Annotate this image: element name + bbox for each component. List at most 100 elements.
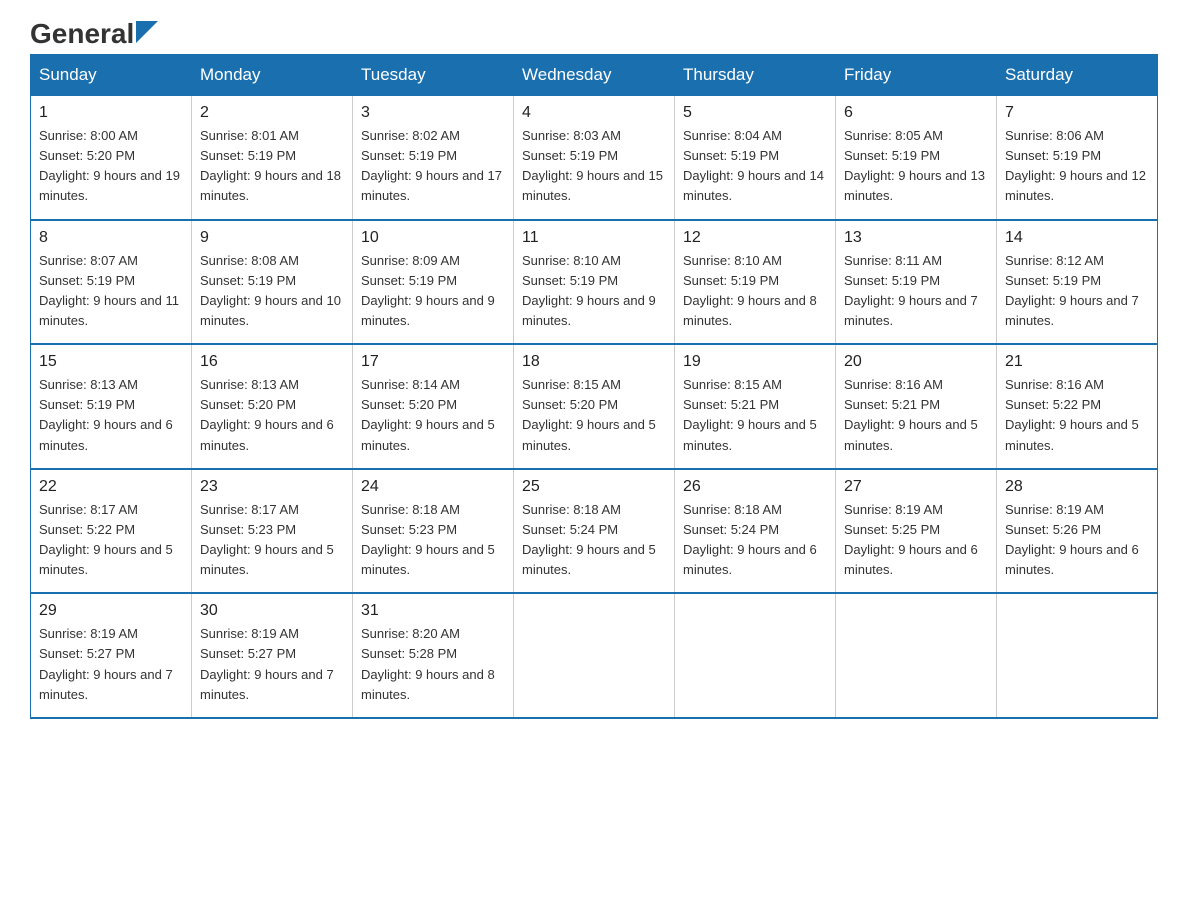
- day-number: 9: [200, 229, 344, 247]
- day-info: Sunrise: 8:15 AMSunset: 5:21 PMDaylight:…: [683, 375, 827, 456]
- day-number: 30: [200, 602, 344, 620]
- day-number: 4: [522, 104, 666, 122]
- day-info: Sunrise: 8:12 AMSunset: 5:19 PMDaylight:…: [1005, 251, 1149, 332]
- calendar-cell: 29 Sunrise: 8:19 AMSunset: 5:27 PMDaylig…: [31, 593, 192, 718]
- day-number: 21: [1005, 353, 1149, 371]
- day-number: 19: [683, 353, 827, 371]
- day-info: Sunrise: 8:16 AMSunset: 5:22 PMDaylight:…: [1005, 375, 1149, 456]
- calendar-cell: 13 Sunrise: 8:11 AMSunset: 5:19 PMDaylig…: [836, 220, 997, 345]
- calendar-cell: 3 Sunrise: 8:02 AMSunset: 5:19 PMDayligh…: [353, 96, 514, 220]
- page-header: General: [30, 20, 1158, 44]
- day-info: Sunrise: 8:14 AMSunset: 5:20 PMDaylight:…: [361, 375, 505, 456]
- day-info: Sunrise: 8:17 AMSunset: 5:22 PMDaylight:…: [39, 500, 183, 581]
- calendar-cell: [836, 593, 997, 718]
- day-info: Sunrise: 8:19 AMSunset: 5:25 PMDaylight:…: [844, 500, 988, 581]
- calendar-cell: 7 Sunrise: 8:06 AMSunset: 5:19 PMDayligh…: [997, 96, 1158, 220]
- calendar-cell: 22 Sunrise: 8:17 AMSunset: 5:22 PMDaylig…: [31, 469, 192, 594]
- day-number: 1: [39, 104, 183, 122]
- day-info: Sunrise: 8:15 AMSunset: 5:20 PMDaylight:…: [522, 375, 666, 456]
- day-number: 5: [683, 104, 827, 122]
- calendar-cell: 12 Sunrise: 8:10 AMSunset: 5:19 PMDaylig…: [675, 220, 836, 345]
- day-info: Sunrise: 8:06 AMSunset: 5:19 PMDaylight:…: [1005, 126, 1149, 207]
- weekday-header-monday: Monday: [192, 55, 353, 96]
- day-number: 8: [39, 229, 183, 247]
- day-info: Sunrise: 8:07 AMSunset: 5:19 PMDaylight:…: [39, 251, 183, 332]
- calendar-cell: 15 Sunrise: 8:13 AMSunset: 5:19 PMDaylig…: [31, 344, 192, 469]
- day-number: 26: [683, 478, 827, 496]
- calendar-cell: 24 Sunrise: 8:18 AMSunset: 5:23 PMDaylig…: [353, 469, 514, 594]
- day-number: 24: [361, 478, 505, 496]
- day-number: 20: [844, 353, 988, 371]
- calendar-table: SundayMondayTuesdayWednesdayThursdayFrid…: [30, 54, 1158, 719]
- day-number: 15: [39, 353, 183, 371]
- day-number: 2: [200, 104, 344, 122]
- logo-arrow-icon: [136, 21, 158, 43]
- day-info: Sunrise: 8:16 AMSunset: 5:21 PMDaylight:…: [844, 375, 988, 456]
- day-number: 17: [361, 353, 505, 371]
- day-number: 23: [200, 478, 344, 496]
- day-info: Sunrise: 8:18 AMSunset: 5:23 PMDaylight:…: [361, 500, 505, 581]
- calendar-cell: 9 Sunrise: 8:08 AMSunset: 5:19 PMDayligh…: [192, 220, 353, 345]
- day-info: Sunrise: 8:01 AMSunset: 5:19 PMDaylight:…: [200, 126, 344, 207]
- calendar-cell: 30 Sunrise: 8:19 AMSunset: 5:27 PMDaylig…: [192, 593, 353, 718]
- calendar-cell: 26 Sunrise: 8:18 AMSunset: 5:24 PMDaylig…: [675, 469, 836, 594]
- day-number: 12: [683, 229, 827, 247]
- day-number: 18: [522, 353, 666, 371]
- day-number: 28: [1005, 478, 1149, 496]
- day-info: Sunrise: 8:03 AMSunset: 5:19 PMDaylight:…: [522, 126, 666, 207]
- calendar-week-row: 15 Sunrise: 8:13 AMSunset: 5:19 PMDaylig…: [31, 344, 1158, 469]
- weekday-header-saturday: Saturday: [997, 55, 1158, 96]
- calendar-cell: [514, 593, 675, 718]
- calendar-cell: 10 Sunrise: 8:09 AMSunset: 5:19 PMDaylig…: [353, 220, 514, 345]
- calendar-week-row: 8 Sunrise: 8:07 AMSunset: 5:19 PMDayligh…: [31, 220, 1158, 345]
- day-info: Sunrise: 8:05 AMSunset: 5:19 PMDaylight:…: [844, 126, 988, 207]
- day-info: Sunrise: 8:19 AMSunset: 5:26 PMDaylight:…: [1005, 500, 1149, 581]
- day-number: 3: [361, 104, 505, 122]
- day-number: 25: [522, 478, 666, 496]
- day-info: Sunrise: 8:17 AMSunset: 5:23 PMDaylight:…: [200, 500, 344, 581]
- day-info: Sunrise: 8:19 AMSunset: 5:27 PMDaylight:…: [39, 624, 183, 705]
- day-info: Sunrise: 8:09 AMSunset: 5:19 PMDaylight:…: [361, 251, 505, 332]
- calendar-cell: 20 Sunrise: 8:16 AMSunset: 5:21 PMDaylig…: [836, 344, 997, 469]
- day-number: 11: [522, 229, 666, 247]
- calendar-cell: 28 Sunrise: 8:19 AMSunset: 5:26 PMDaylig…: [997, 469, 1158, 594]
- calendar-cell: 27 Sunrise: 8:19 AMSunset: 5:25 PMDaylig…: [836, 469, 997, 594]
- calendar-week-row: 22 Sunrise: 8:17 AMSunset: 5:22 PMDaylig…: [31, 469, 1158, 594]
- calendar-cell: 23 Sunrise: 8:17 AMSunset: 5:23 PMDaylig…: [192, 469, 353, 594]
- day-info: Sunrise: 8:02 AMSunset: 5:19 PMDaylight:…: [361, 126, 505, 207]
- day-number: 31: [361, 602, 505, 620]
- day-number: 10: [361, 229, 505, 247]
- calendar-cell: 18 Sunrise: 8:15 AMSunset: 5:20 PMDaylig…: [514, 344, 675, 469]
- calendar-cell: 14 Sunrise: 8:12 AMSunset: 5:19 PMDaylig…: [997, 220, 1158, 345]
- weekday-header-thursday: Thursday: [675, 55, 836, 96]
- calendar-cell: 16 Sunrise: 8:13 AMSunset: 5:20 PMDaylig…: [192, 344, 353, 469]
- logo: General: [30, 20, 158, 44]
- weekday-header-tuesday: Tuesday: [353, 55, 514, 96]
- calendar-cell: 4 Sunrise: 8:03 AMSunset: 5:19 PMDayligh…: [514, 96, 675, 220]
- logo-top: General: [30, 20, 158, 48]
- logo-text-general: General: [30, 20, 134, 48]
- day-info: Sunrise: 8:13 AMSunset: 5:20 PMDaylight:…: [200, 375, 344, 456]
- day-number: 22: [39, 478, 183, 496]
- day-info: Sunrise: 8:11 AMSunset: 5:19 PMDaylight:…: [844, 251, 988, 332]
- day-info: Sunrise: 8:20 AMSunset: 5:28 PMDaylight:…: [361, 624, 505, 705]
- day-info: Sunrise: 8:08 AMSunset: 5:19 PMDaylight:…: [200, 251, 344, 332]
- calendar-cell: 1 Sunrise: 8:00 AMSunset: 5:20 PMDayligh…: [31, 96, 192, 220]
- day-number: 6: [844, 104, 988, 122]
- day-number: 13: [844, 229, 988, 247]
- day-number: 7: [1005, 104, 1149, 122]
- weekday-header-friday: Friday: [836, 55, 997, 96]
- day-info: Sunrise: 8:10 AMSunset: 5:19 PMDaylight:…: [522, 251, 666, 332]
- calendar-cell: 6 Sunrise: 8:05 AMSunset: 5:19 PMDayligh…: [836, 96, 997, 220]
- day-info: Sunrise: 8:00 AMSunset: 5:20 PMDaylight:…: [39, 126, 183, 207]
- day-info: Sunrise: 8:18 AMSunset: 5:24 PMDaylight:…: [683, 500, 827, 581]
- day-info: Sunrise: 8:19 AMSunset: 5:27 PMDaylight:…: [200, 624, 344, 705]
- calendar-cell: 31 Sunrise: 8:20 AMSunset: 5:28 PMDaylig…: [353, 593, 514, 718]
- calendar-cell: 17 Sunrise: 8:14 AMSunset: 5:20 PMDaylig…: [353, 344, 514, 469]
- day-info: Sunrise: 8:10 AMSunset: 5:19 PMDaylight:…: [683, 251, 827, 332]
- calendar-cell: [997, 593, 1158, 718]
- day-number: 14: [1005, 229, 1149, 247]
- weekday-header-row: SundayMondayTuesdayWednesdayThursdayFrid…: [31, 55, 1158, 96]
- calendar-cell: 19 Sunrise: 8:15 AMSunset: 5:21 PMDaylig…: [675, 344, 836, 469]
- weekday-header-wednesday: Wednesday: [514, 55, 675, 96]
